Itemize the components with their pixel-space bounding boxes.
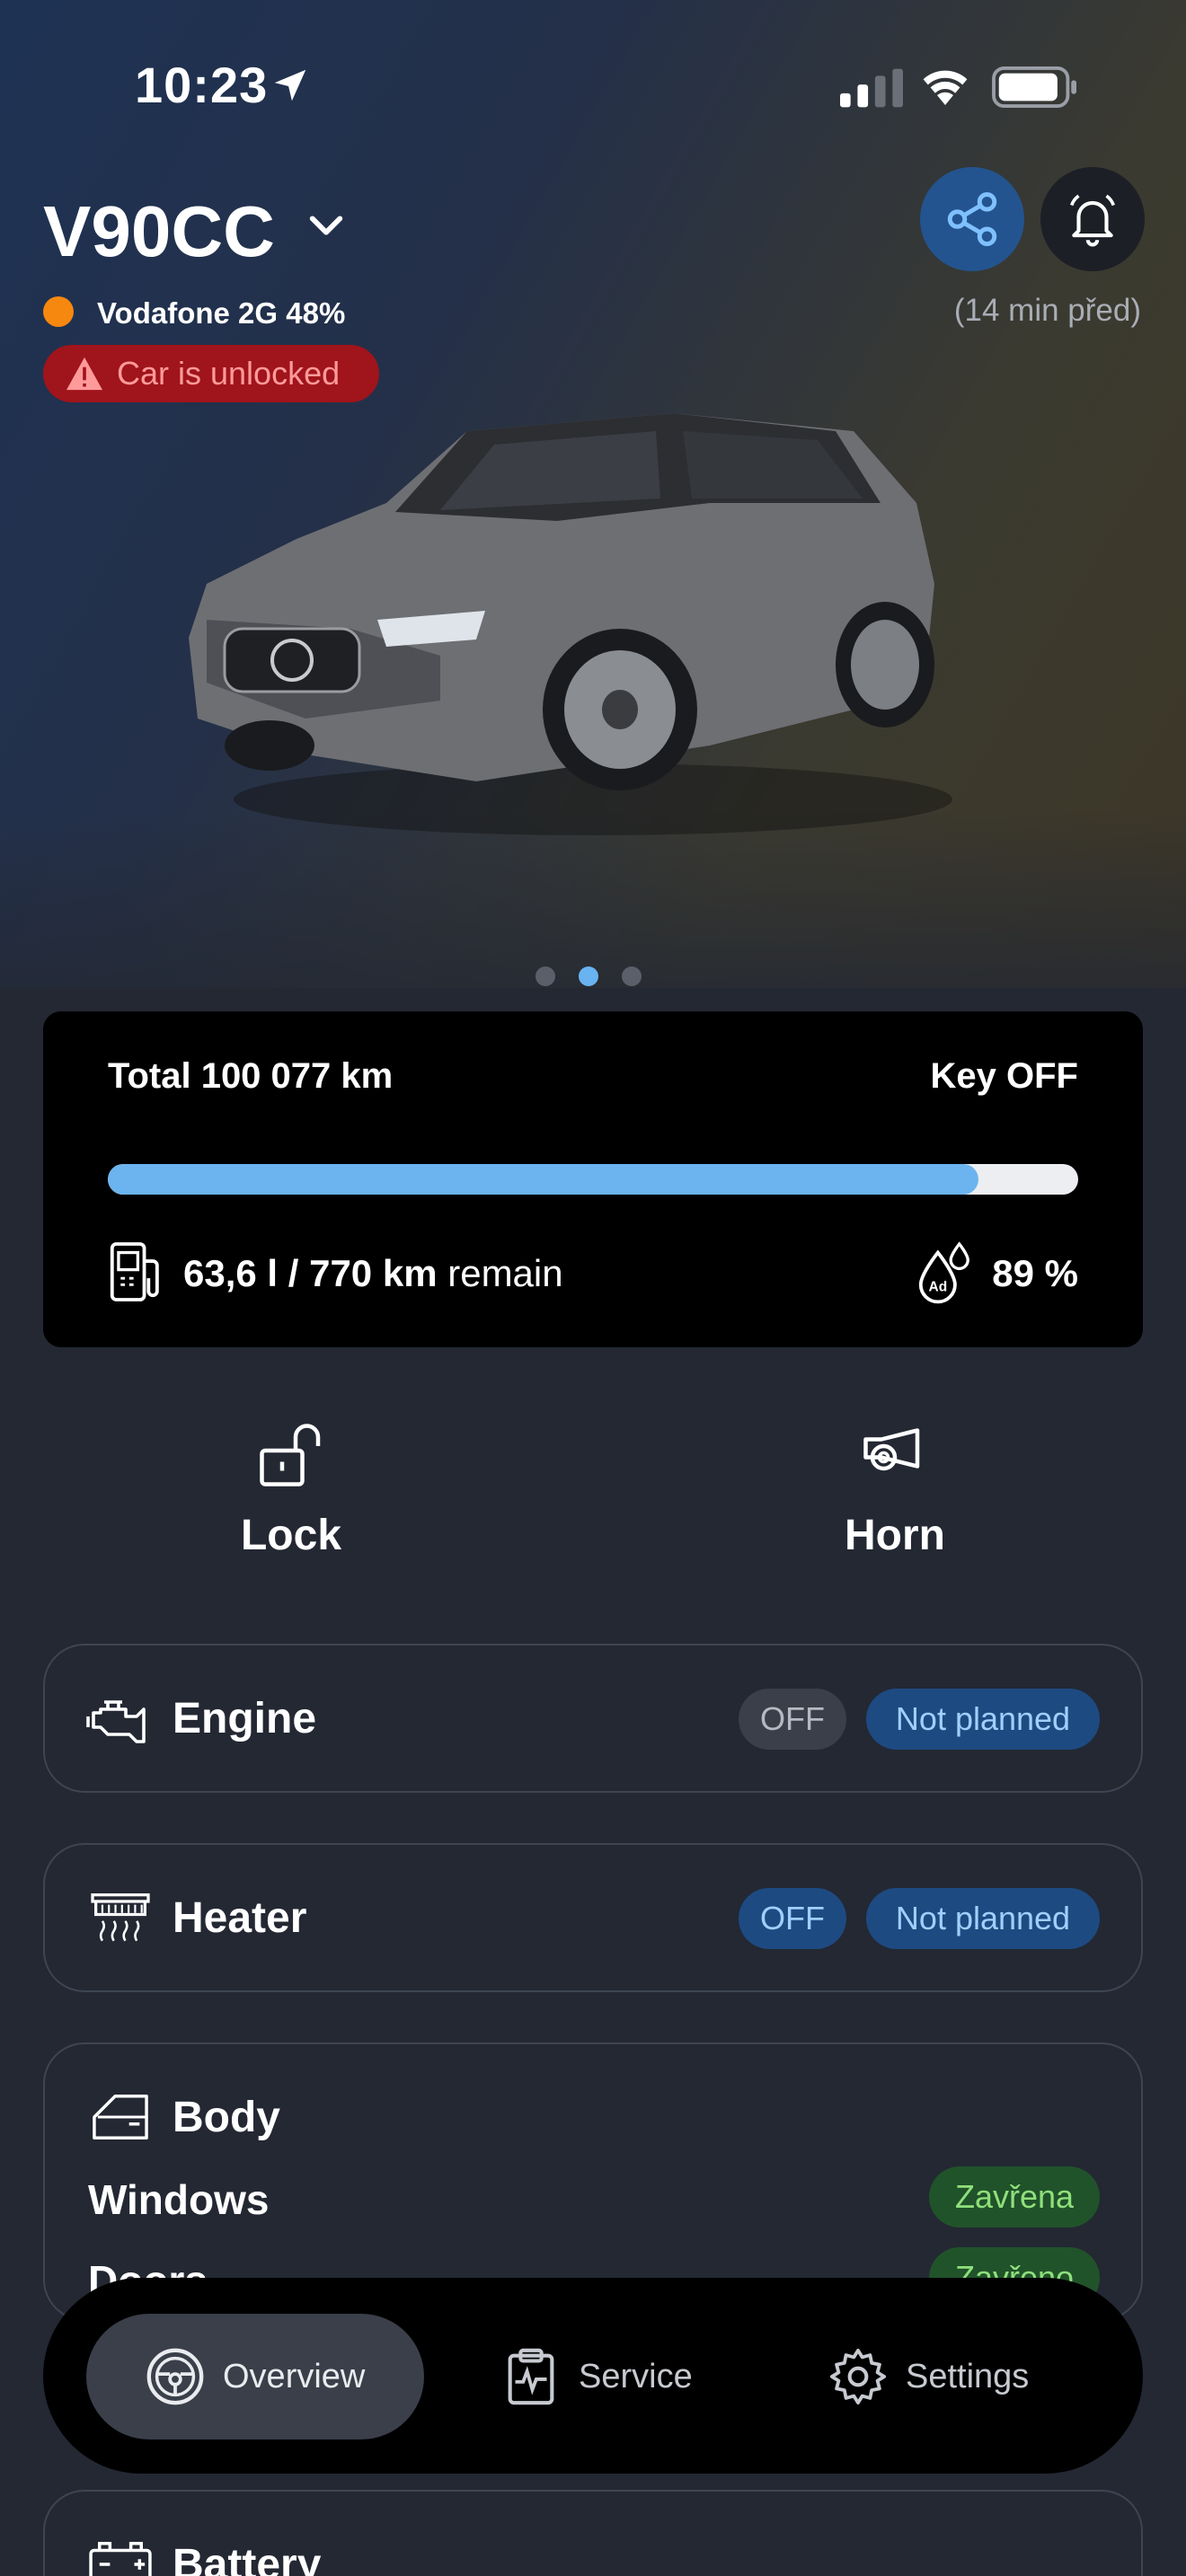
clipboard-pulse-icon: [508, 2348, 554, 2405]
network-status-dot: [43, 296, 74, 327]
windows-status-badge: Zavřena: [929, 2166, 1100, 2228]
fuel-range-suffix: remain: [447, 1252, 563, 1294]
lock-label: Lock: [240, 1512, 342, 1559]
adblue-level: 89 %: [992, 1252, 1078, 1294]
carousel-indicator[interactable]: [535, 966, 642, 986]
fuel-pump-icon: [110, 1242, 159, 1301]
key-status: Key OFF: [930, 1056, 1078, 1096]
heater-title: Heater: [173, 1894, 307, 1942]
fuel-range: 63,6 l / 770 km remain: [183, 1252, 563, 1295]
alert-text: Car is unlocked: [117, 355, 341, 392]
share-icon: [947, 192, 997, 246]
carousel-dot[interactable]: [535, 966, 555, 986]
horn-label: Horn: [845, 1512, 945, 1559]
nav-overview-label: Overview: [223, 2357, 366, 2395]
chevron-down-icon[interactable]: [305, 205, 347, 246]
car-battery-icon: [89, 2542, 152, 2576]
car-door-icon: [93, 2095, 148, 2139]
nav-service[interactable]: Service: [500, 2314, 693, 2439]
windows-label: Windows: [88, 2176, 270, 2223]
wifi-icon: [923, 70, 968, 105]
engine-state-badge[interactable]: OFF: [739, 1689, 846, 1750]
carousel-dot[interactable]: [622, 966, 642, 986]
bell-icon: [1070, 194, 1115, 247]
engine-plan-badge[interactable]: Not planned: [866, 1689, 1100, 1750]
nav-overview[interactable]: Overview: [86, 2314, 424, 2439]
carousel-dot-active[interactable]: [579, 966, 598, 986]
vehicle-info-card: Total 100 077 km Key OFF 63,6 l / 770 km…: [43, 1011, 1143, 1347]
heater-card[interactable]: Heater OFF Not planned: [43, 1843, 1143, 1992]
heater-state-badge[interactable]: OFF: [739, 1888, 846, 1949]
heater-icon: [91, 1893, 150, 1942]
battery-icon: [992, 66, 1076, 108]
nav-settings-label: Settings: [906, 2357, 1030, 2395]
fuel-level-bar: [108, 1164, 1078, 1195]
unlocked-alert-badge: Car is unlocked: [43, 345, 379, 402]
network-status: Vodafone 2G 48%: [97, 296, 346, 330]
status-time: 10:23: [135, 57, 269, 113]
heater-plan-badge[interactable]: Not planned: [866, 1888, 1100, 1949]
bottom-navigation: Overview Service Settings: [43, 2278, 1143, 2474]
lock-button[interactable]: Lock: [156, 1419, 426, 1560]
warning-icon: [66, 357, 102, 391]
engine-title: Engine: [173, 1695, 317, 1742]
horn-icon: [863, 1428, 920, 1471]
battery-title: Battery: [173, 2541, 322, 2576]
adblue-drop-icon: Ad: [918, 1241, 969, 1304]
nav-settings[interactable]: Settings: [827, 2314, 1029, 2439]
battery-card[interactable]: Battery: [43, 2490, 1143, 2576]
notifications-button[interactable]: [1040, 167, 1145, 271]
body-title: Body: [173, 2094, 280, 2141]
lock-open-icon: [260, 1424, 321, 1486]
gear-icon: [829, 2348, 887, 2405]
vehicle-name[interactable]: V90CC: [43, 190, 275, 273]
cellular-signal-icon: [840, 68, 903, 108]
odometer-total: Total 100 077 km: [108, 1056, 394, 1096]
engine-icon: [86, 1700, 146, 1743]
vehicle-image: [189, 413, 952, 835]
share-button[interactable]: [920, 167, 1024, 271]
engine-card[interactable]: Engine OFF Not planned: [43, 1644, 1143, 1793]
svg-text:Ad: Ad: [929, 1279, 948, 1294]
steering-wheel-icon: [146, 2348, 204, 2405]
fuel-level-fill: [108, 1164, 978, 1195]
location-arrow-icon: [274, 69, 306, 101]
last-update-time: (14 min před): [953, 293, 1141, 328]
horn-button[interactable]: Horn: [760, 1419, 1030, 1560]
fuel-range-value: 63,6 l / 770 km: [183, 1252, 438, 1294]
nav-service-label: Service: [579, 2357, 693, 2395]
status-bar: 10:23: [0, 0, 1186, 171]
